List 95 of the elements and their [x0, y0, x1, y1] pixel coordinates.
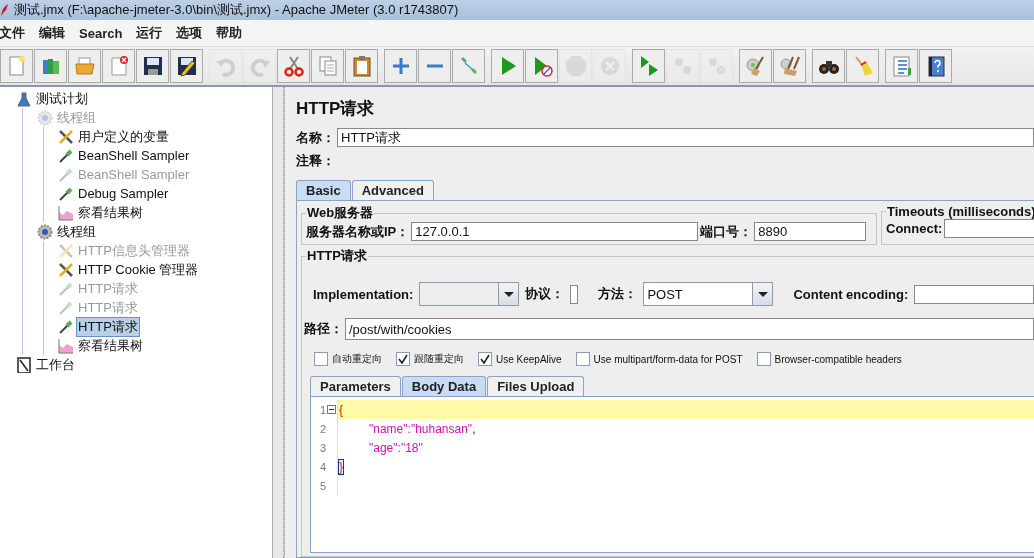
protocol-field[interactable] [570, 284, 579, 304]
pipette-icon [58, 280, 74, 297]
folder-icon [73, 55, 96, 77]
window-title: 测试.jmx (F:\apache-jmeter-3.0\bin\测试.jmx) - Apache JMeter (3.0 r1743807) [14, 1, 459, 19]
field-label: 注释： [296, 151, 335, 170]
floppy-pencil-icon [175, 55, 198, 77]
implementation-dropdown[interactable] [419, 282, 520, 306]
toolbar-button[interactable] [919, 49, 952, 83]
checkbox[interactable] [396, 352, 410, 366]
wrench-screwdriver-icon [58, 261, 74, 278]
tree-item[interactable]: 察看结果树 [77, 336, 144, 355]
tree-item[interactable]: 察看结果树 [77, 203, 144, 222]
tree-item[interactable]: 用户定义的变量 [77, 127, 170, 146]
scissors-icon [282, 55, 305, 77]
gear-icon [37, 223, 53, 240]
fold-icon[interactable] [327, 405, 336, 414]
field-label: Implementation: [313, 286, 414, 302]
chart-icon [58, 204, 74, 221]
list-document-icon [890, 55, 913, 77]
tree-item[interactable]: 工作台 [35, 355, 76, 374]
checkbox[interactable] [314, 352, 328, 366]
group-title: HTTP请求 [306, 247, 368, 265]
encoding-field[interactable] [914, 284, 1034, 304]
chart-icon [58, 337, 74, 354]
toolbar-button[interactable] [136, 49, 169, 83]
wrench-screwdriver-icon [58, 128, 74, 145]
caret-icon [752, 283, 773, 305]
checkbox-label: 跟随重定向 [414, 352, 464, 366]
tree-item[interactable]: 线程组 [56, 222, 97, 241]
menu-item[interactable]: 运行 [129, 24, 170, 42]
checkbox-label: Use KeepAlive [496, 353, 562, 365]
line-number: 4 [319, 460, 326, 473]
code-line: "name":"huhansan", [368, 421, 476, 436]
code-line: "age":"18" [368, 440, 423, 455]
pipette-icon [58, 185, 74, 202]
checkbox-label: Use multipart/form-data for POST [593, 353, 743, 365]
menu-item[interactable]: 选项 [169, 24, 210, 42]
menu-item[interactable]: 帮助 [209, 24, 250, 42]
field-label: 服务器名称或IP： [306, 222, 410, 241]
field-label: 名称： [296, 128, 335, 147]
field-label: 路径： [304, 320, 343, 338]
gear-brooms-icon [778, 55, 801, 77]
line-number: 1 [319, 403, 326, 416]
gear-broom-icon [744, 55, 767, 77]
tree-item[interactable]: HTTP请求 [77, 317, 139, 336]
checkbox[interactable] [575, 352, 590, 366]
field-label: Connect: [886, 221, 943, 236]
line-number: 5 [319, 479, 326, 492]
pipette-icon [58, 318, 74, 335]
toolbar-button[interactable] [170, 49, 203, 83]
tab[interactable]: Basic [296, 180, 351, 200]
name-field[interactable]: HTTP请求 [337, 128, 1034, 147]
field-label: 方法： [598, 285, 638, 303]
field-label: 协议： [525, 285, 565, 303]
tree-item[interactable]: 测试计划 [35, 89, 89, 108]
menu-item[interactable]: 编辑 [32, 24, 72, 42]
path-field[interactable]: /post/with/cookies [345, 318, 1034, 340]
line-number: 3 [319, 441, 326, 454]
menu-item[interactable]: Search [72, 25, 130, 41]
caret-icon [498, 283, 519, 305]
tab[interactable]: Parameters [310, 376, 401, 396]
group-title: Timeouts (milliseconds) [886, 204, 1034, 219]
pipette-icon [58, 299, 74, 316]
host-field[interactable]: 127.0.0.1 [411, 222, 699, 241]
code-line: { [339, 402, 343, 417]
checkbox-label: 自动重定向 [332, 352, 382, 366]
pipette-icon [58, 166, 74, 183]
tab[interactable]: Files Upload [487, 376, 585, 396]
gear-icon [37, 109, 53, 126]
notepad-icon [16, 356, 32, 373]
wrench-screwdriver-icon [58, 242, 74, 259]
flask-icon [16, 90, 32, 107]
tab[interactable]: Body Data [401, 376, 487, 396]
port-field[interactable]: 8890 [754, 222, 867, 241]
field-label: Content encoding: [793, 286, 909, 302]
code-editor[interactable]: 1 { 2 "name":"huhansan", 3 "age":"18" 4 } 5 [310, 396, 1034, 553]
panel-title: HTTP请求 [296, 98, 376, 120]
method-dropdown[interactable]: POST [643, 282, 774, 306]
tree-item[interactable]: BeanShell Sampler [77, 148, 191, 163]
tree-item[interactable]: Debug Sampler [77, 186, 170, 201]
line-number: 2 [319, 422, 326, 435]
field-label: 端口号： [700, 222, 753, 241]
checkbox[interactable] [756, 352, 771, 366]
tree-item[interactable]: HTTP Cookie 管理器 [77, 260, 200, 279]
clipboard-icon [350, 55, 373, 77]
group-title: Web服务器 [306, 204, 375, 222]
feather-icon [1, 4, 9, 16]
minus-icon [426, 64, 443, 68]
tab[interactable]: Advanced [351, 180, 434, 200]
copy-pages-icon [316, 55, 339, 77]
splitter[interactable] [273, 87, 284, 558]
checkbox-label: Browser-compatible headers [774, 353, 902, 365]
pipette-icon [58, 147, 74, 164]
toolbar-button[interactable] [812, 49, 845, 83]
checkbox[interactable] [478, 352, 492, 366]
